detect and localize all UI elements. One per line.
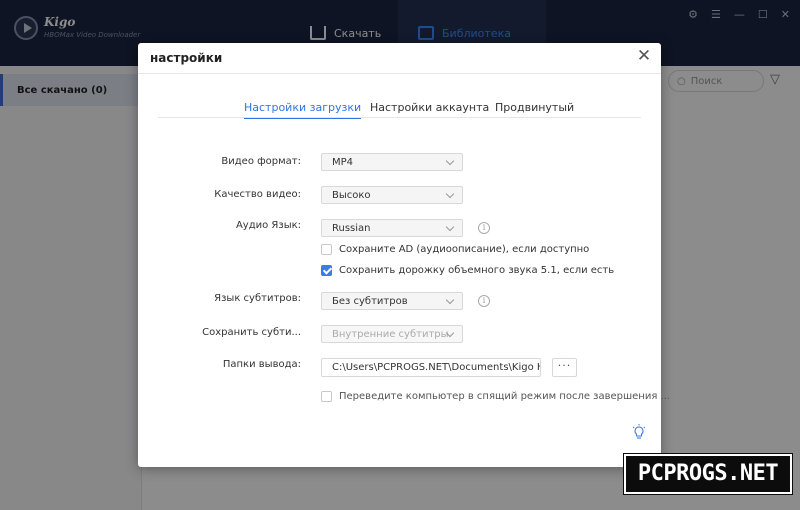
audio-language-label: Аудио Язык: — [235, 220, 301, 231]
save-subtitles-label: Сохранить субти... — [202, 327, 301, 338]
chevron-down-icon — [445, 189, 455, 199]
audio-language-value: Russian — [332, 222, 371, 234]
subtitle-language-info-icon[interactable]: i — [478, 295, 490, 307]
chevron-down-icon — [445, 295, 455, 305]
save-ad-label: Сохраните AD (аудиоописание), если досту… — [339, 244, 590, 255]
output-folder-input[interactable]: C:\Users\PCPROGS.NET\Documents\Kigo H — [321, 358, 541, 377]
video-quality-select[interactable]: Высоко — [321, 186, 463, 204]
subtitle-language-value: Без субтитров — [332, 295, 408, 307]
sleep-after-label: Переведите компьютер в спящий режим посл… — [339, 391, 671, 402]
save-subtitles-value: Внутренние субтитры — [332, 328, 449, 340]
dialog-header-divider — [138, 73, 661, 74]
save-ad-option[interactable]: Сохраните AD (аудиоописание), если досту… — [321, 244, 589, 255]
subtitle-language-label: Язык субтитров: — [214, 293, 301, 304]
video-quality-label: Качество видео: — [214, 189, 301, 200]
audio-language-info-icon[interactable]: i — [478, 222, 490, 234]
video-format-select[interactable]: MP4 — [321, 153, 463, 171]
save-ad-checkbox[interactable] — [321, 244, 332, 255]
video-format-label: Видео формат: — [221, 156, 301, 167]
tab-account-settings[interactable]: Настройки аккаунта — [370, 101, 489, 114]
sleep-after-checkbox[interactable] — [321, 391, 332, 402]
close-icon[interactable]: ✕ — [635, 48, 653, 66]
settings-tabs: Настройки загрузки Настройки аккаунта Пр… — [158, 101, 641, 119]
save-surround-label: Сохранить дорожку объемного звука 5.1, е… — [339, 265, 615, 276]
output-folder-label: Папки вывода: — [222, 359, 301, 370]
audio-language-select[interactable]: Russian — [321, 219, 463, 237]
save-surround-option[interactable]: Сохранить дорожку объемного звука 5.1, е… — [321, 265, 614, 276]
chevron-down-icon — [445, 156, 455, 166]
watermark-logo: PCPROGS.NET — [623, 453, 793, 495]
save-surround-checkbox[interactable] — [321, 265, 332, 276]
save-subtitles-select[interactable]: Внутренние субтитры — [321, 325, 463, 343]
browse-folder-button[interactable]: ··· — [552, 358, 577, 377]
tabs-divider — [158, 117, 641, 118]
video-quality-value: Высоко — [332, 189, 371, 201]
subtitle-language-select[interactable]: Без субтитров — [321, 292, 463, 310]
sleep-after-option[interactable]: Переведите компьютер в спящий режим посл… — [321, 391, 670, 402]
settings-dialog: настройки ✕ Настройки загрузки Настройки… — [138, 43, 670, 467]
video-format-value: MP4 — [332, 156, 354, 168]
chevron-down-icon — [445, 222, 455, 232]
lightbulb-icon[interactable] — [632, 424, 646, 440]
tab-advanced[interactable]: Продвинутый — [495, 101, 574, 114]
dialog-title: настройки — [150, 51, 223, 65]
tab-download-settings[interactable]: Настройки загрузки — [244, 101, 362, 119]
